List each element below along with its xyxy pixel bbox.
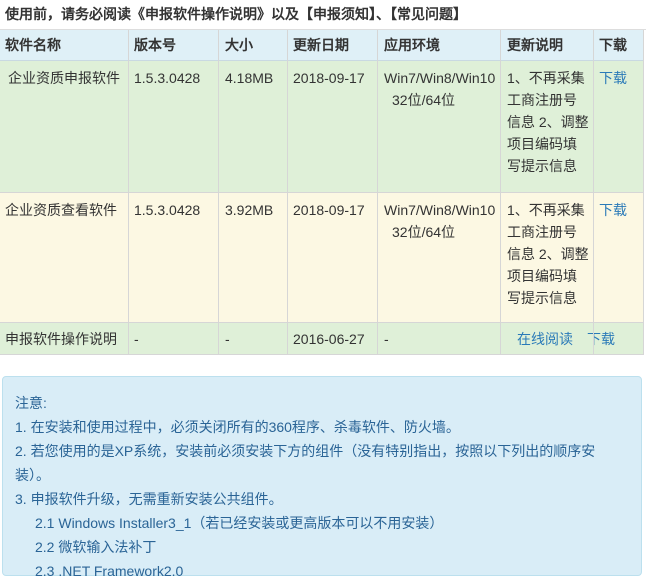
column-divider [128,30,129,355]
column-divider [593,30,594,355]
note-item: 2. 若您使用的是XP系统，安装前必须安装下方的组件（没有特别指出，按照以下列出… [15,443,596,483]
size: 3.92MB [225,202,274,218]
update-notes: 1、不再采集工商注册号信息 2、调整项目编码填写提示信息 [507,202,589,306]
update-date: 2018-09-17 [293,202,365,218]
header-version: 版本号 [134,37,176,53]
note-subitem: 2.1 Windows Installer3_1（若已经安装或更高版本可以不用安… [35,515,444,531]
version: 1.5.3.0428 [134,202,201,218]
note-item: 1. 在安装和使用过程中，必须关闭所有的360程序、杀毒软件、防火墙。 [15,419,460,435]
size: - [225,331,230,347]
note-subitem: 2.3 .NET Framework2.0 [35,563,184,579]
note-item: 3. 申报软件升级，无需重新安装公共组件。 [15,491,283,507]
size: 4.18MB [225,70,274,86]
software-name: 企业资质查看软件 [5,202,117,218]
table-row: 企业资质查看软件 1.5.3.0428 3.92MB 2018-09-17 Wi… [0,193,644,323]
note-subitem: 2.2 微软输入法补丁 [35,539,157,555]
header-download: 下载 [599,37,627,53]
environment: - [384,331,389,347]
column-divider [218,30,219,355]
environment-os: Win7/Win8/Win10 [384,70,496,86]
environment-bits: 32位/64位 [392,224,456,240]
environment-os: Win7/Win8/Win10 [384,202,496,218]
column-divider [500,30,501,355]
update-date: 2018-09-17 [293,70,365,86]
read-online-link[interactable]: 在线阅读 [517,328,573,350]
update-notes: 1、不再采集工商注册号信息 2、调整项目编码填写提示信息 [507,70,589,174]
download-link[interactable]: 下载 [599,67,627,89]
version: - [134,331,139,347]
column-divider [377,30,378,355]
environment-bits: 32位/64位 [392,92,456,108]
version: 1.5.3.0428 [134,70,201,86]
table-row: 企业资质申报软件 1.5.3.0428 4.18MB 2018-09-17 Wi… [0,61,644,193]
download-link[interactable]: 下载 [587,328,615,350]
header-software-name: 软件名称 [5,37,61,53]
download-link[interactable]: 下载 [599,199,627,221]
column-divider [643,30,644,355]
notes-title: 注意: [15,395,47,411]
software-name: 申报软件操作说明 [5,331,117,347]
table-row: 申报软件操作说明 - - 2016-06-27 - 在线阅读 下载 [0,323,644,355]
header-update-date: 更新日期 [293,37,349,53]
header-environment: 应用环境 [384,37,440,53]
page-notice: 使用前，请务必阅读《申报软件操作说明》以及【申报须知】、【常见问题】 [0,0,646,30]
notes-panel: 注意: 1. 在安装和使用过程中，必须关闭所有的360程序、杀毒软件、防火墙。 … [2,376,642,579]
update-date: 2016-06-27 [293,331,365,347]
software-name: 企业资质申报软件 [8,70,120,86]
column-divider [287,30,288,355]
table-header-row: 软件名称 版本号 大小 更新日期 应用环境 更新说明 下载 [0,30,644,61]
header-size: 大小 [225,37,253,53]
header-update-notes: 更新说明 [507,37,563,53]
